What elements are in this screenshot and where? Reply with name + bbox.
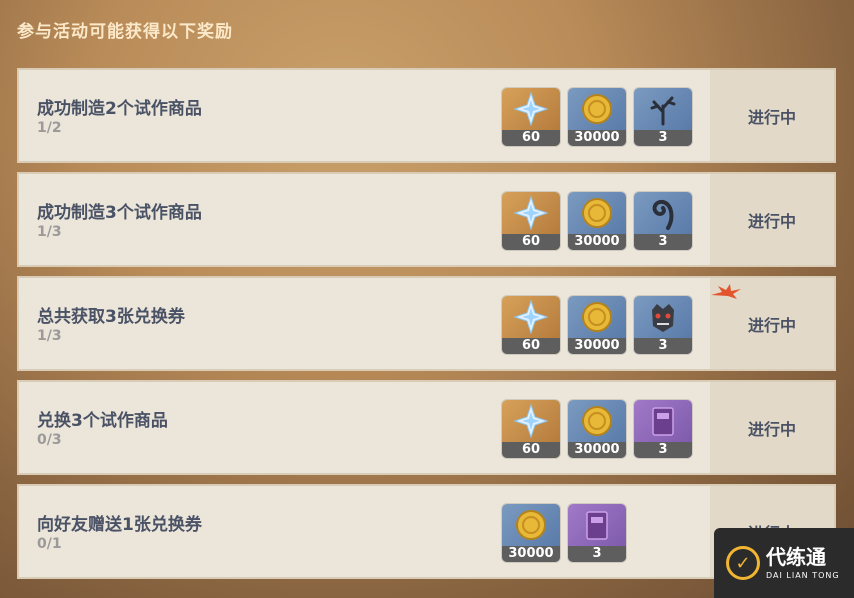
mora-coin-icon — [568, 88, 626, 130]
reward-item[interactable]: 30000 — [568, 192, 626, 250]
logo-brand-cn: 代练通 — [766, 545, 826, 569]
task-progress: 1/3 — [37, 224, 62, 240]
task-status: 进行中 — [710, 382, 834, 473]
logo-mark-icon: ✓ — [726, 546, 760, 580]
reward-count: 30000 — [568, 130, 626, 146]
task-row: 成功制造3个试作商品 1/3 60 30000 3 进行中 — [17, 172, 836, 267]
reward-list: 60 30000 3 — [502, 296, 692, 354]
reward-count: 30000 — [568, 442, 626, 458]
reward-count: 3 — [634, 442, 692, 458]
reward-count: 30000 — [502, 546, 560, 562]
task-status: 进行中 — [710, 70, 834, 161]
mora-coin-icon — [568, 192, 626, 234]
reward-list: 30000 3 — [502, 504, 626, 562]
mora-coin-icon — [502, 504, 560, 546]
reward-item[interactable]: 60 — [502, 296, 560, 354]
reward-item[interactable]: 30000 — [502, 504, 560, 562]
reward-count: 60 — [502, 130, 560, 146]
logo-text: 代练通 DAI LIAN TONG — [766, 546, 840, 580]
task-progress: 0/3 — [37, 432, 62, 448]
reward-item[interactable]: 3 — [634, 192, 692, 250]
reward-count: 60 — [502, 338, 560, 354]
reward-count: 30000 — [568, 338, 626, 354]
page-title: 参与活动可能获得以下奖励 — [17, 22, 233, 42]
task-name: 成功制造3个试作商品 — [37, 203, 202, 223]
reward-item[interactable]: 60 — [502, 88, 560, 146]
primogem-icon — [502, 400, 560, 442]
experience-book-icon — [634, 400, 692, 442]
task-row: 兑换3个试作商品 0/3 60 30000 3 进行中 — [17, 380, 836, 475]
reward-item[interactable]: 30000 — [568, 88, 626, 146]
reward-list: 60 30000 3 — [502, 88, 692, 146]
reward-list: 60 30000 3 — [502, 400, 692, 458]
primogem-icon — [502, 296, 560, 338]
watermark-logo: ✓ 代练通 DAI LIAN TONG — [714, 528, 854, 598]
reward-item[interactable]: 3 — [634, 88, 692, 146]
reward-count: 3 — [568, 546, 626, 562]
branch-material-icon — [634, 88, 692, 130]
task-progress: 0/1 — [37, 536, 62, 552]
reward-count: 3 — [634, 338, 692, 354]
reward-count: 60 — [502, 442, 560, 458]
reward-item[interactable]: 3 — [634, 400, 692, 458]
reward-count: 30000 — [568, 234, 626, 250]
task-name: 向好友赠送1张兑换券 — [37, 515, 202, 535]
task-name: 成功制造2个试作商品 — [37, 99, 202, 119]
spiral-horn-material-icon — [634, 192, 692, 234]
task-name: 总共获取3张兑换券 — [37, 307, 185, 327]
reward-item[interactable]: 60 — [502, 400, 560, 458]
reward-item[interactable]: 60 — [502, 192, 560, 250]
reward-list: 60 30000 3 — [502, 192, 692, 250]
mora-coin-icon — [568, 400, 626, 442]
task-progress: 1/2 — [37, 120, 62, 136]
reward-count: 3 — [634, 130, 692, 146]
primogem-icon — [502, 192, 560, 234]
maple-leaf-icon — [711, 284, 741, 299]
task-progress: 1/3 — [37, 328, 62, 344]
hilichurl-mask-material-icon — [634, 296, 692, 338]
mora-coin-icon — [568, 296, 626, 338]
logo-brand-en: DAI LIAN TONG — [766, 571, 840, 580]
primogem-icon — [502, 88, 560, 130]
reward-item[interactable]: 3 — [568, 504, 626, 562]
experience-book-icon — [568, 504, 626, 546]
task-status: 进行中 — [710, 174, 834, 265]
reward-item[interactable]: 30000 — [568, 296, 626, 354]
reward-count: 3 — [634, 234, 692, 250]
reward-item[interactable]: 30000 — [568, 400, 626, 458]
reward-item[interactable]: 3 — [634, 296, 692, 354]
task-name: 兑换3个试作商品 — [37, 411, 168, 431]
reward-count: 60 — [502, 234, 560, 250]
task-row: 成功制造2个试作商品 1/2 60 30000 3 进行中 — [17, 68, 836, 163]
